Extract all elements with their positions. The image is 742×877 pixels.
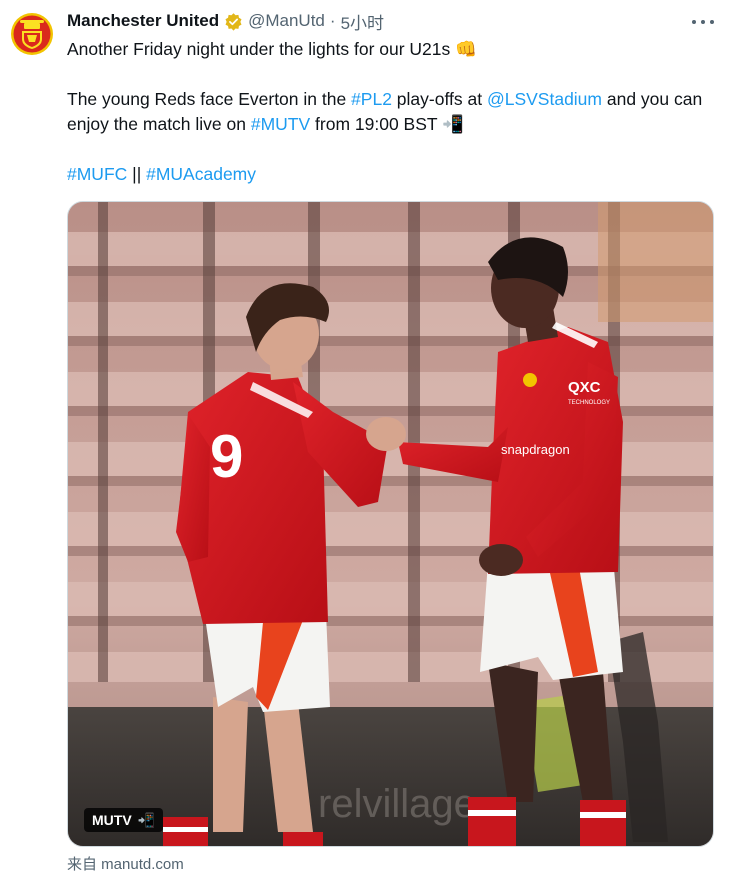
- post-line-1: Another Friday night under the lights fo…: [67, 39, 477, 59]
- hoarding-text: relvillage: [318, 782, 476, 826]
- phone-emoji: 📲: [442, 114, 464, 134]
- more-options-button[interactable]: [692, 12, 714, 32]
- separator-dot: ·: [329, 11, 336, 30]
- match-photo: relvillage snapdragon QXC TECHNOLOGY 9: [68, 202, 713, 846]
- hashtag-mufc-link[interactable]: #MUFC: [67, 164, 127, 184]
- sleeve-sponsor-text: QXC: [568, 379, 601, 396]
- post-text: Another Friday night under the lights fo…: [67, 37, 707, 187]
- more-dot-icon: [710, 20, 714, 24]
- hashtag-muacademy-link[interactable]: #MUAcademy: [146, 164, 256, 184]
- hashtag-pl2-link[interactable]: #PL2: [351, 89, 392, 109]
- source-link[interactable]: 来自 manutd.com: [67, 853, 184, 874]
- mention-lsvstadium-link[interactable]: @LSVStadium: [487, 89, 602, 109]
- post-header: Manchester United @ManUtd · 5小时: [67, 9, 384, 34]
- post-paragraph-2: The young Reds face Everton in the #PL2 …: [67, 89, 703, 134]
- author-name[interactable]: Manchester United: [67, 11, 219, 31]
- verified-badge-icon: [225, 12, 242, 31]
- video-media[interactable]: relvillage snapdragon QXC TECHNOLOGY 9 M…: [67, 201, 714, 847]
- fist-emoji: 👊: [455, 39, 477, 59]
- author-handle[interactable]: @ManUtd: [248, 11, 325, 31]
- post-hashtags: #MUFC || #MUAcademy: [67, 164, 257, 184]
- more-dot-icon: [692, 20, 696, 24]
- hashtag-mutv-link[interactable]: #MUTV: [251, 114, 310, 134]
- club-crest-icon: [11, 13, 53, 55]
- sleeve-sponsor-subtext: TECHNOLOGY: [568, 400, 610, 406]
- phone-arrow-icon: 📲: [137, 811, 156, 828]
- jersey-number-text: 9: [210, 423, 243, 490]
- mutv-badge: MUTV 📲: [84, 808, 164, 832]
- sponsor-text: snapdragon: [501, 442, 570, 457]
- post-timestamp[interactable]: 5小时: [341, 9, 384, 34]
- more-dot-icon: [701, 20, 705, 24]
- avatar[interactable]: [10, 12, 54, 56]
- mutv-badge-label: MUTV: [92, 812, 132, 828]
